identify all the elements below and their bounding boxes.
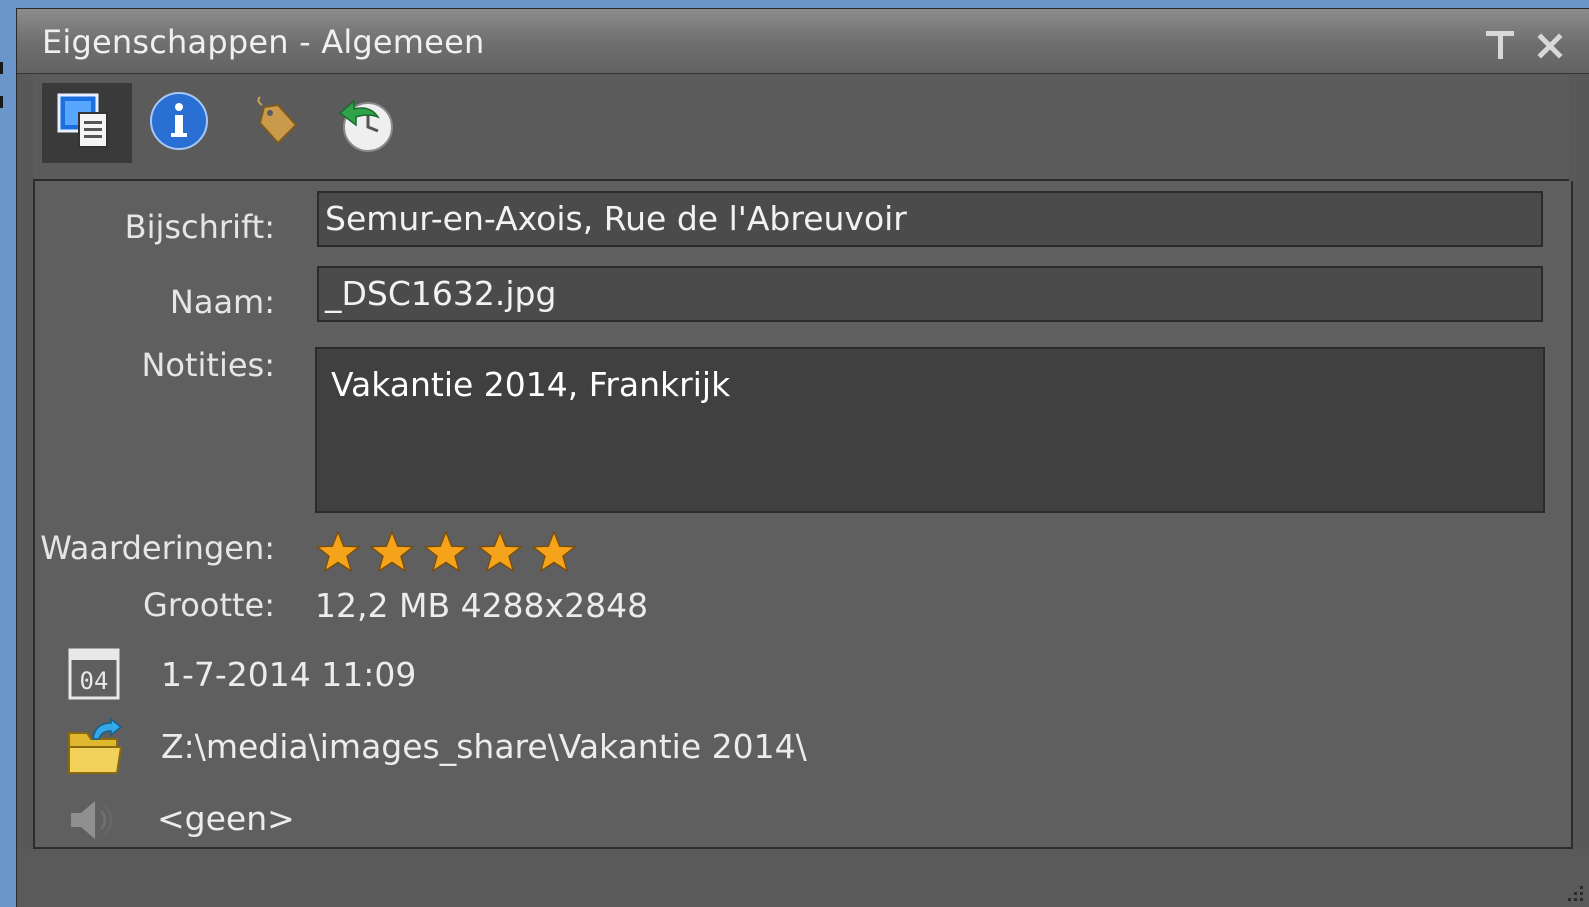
window-title: Eigenschappen - Algemeen xyxy=(42,23,485,61)
caption-field[interactable]: Semur-en-Axois, Rue de l'Abreuvoir xyxy=(317,191,1543,247)
notes-textarea[interactable]: Vakantie 2014, Frankrijk xyxy=(315,347,1545,513)
rating-stars[interactable] xyxy=(315,529,585,575)
folder-icon xyxy=(68,717,123,774)
tags-tab[interactable] xyxy=(229,83,319,163)
close-icon[interactable] xyxy=(1535,27,1565,61)
date-value: 1-7-2014 11:09 xyxy=(161,655,417,694)
size-label: Grootte: xyxy=(143,586,275,624)
properties-document-icon xyxy=(57,93,108,148)
calendar-day-text: 04 xyxy=(80,667,109,695)
rating-star[interactable] xyxy=(369,529,415,575)
pin-icon[interactable] xyxy=(1483,27,1517,61)
rating-star[interactable] xyxy=(423,529,469,575)
general-properties-tab[interactable] xyxy=(42,83,132,163)
name-field[interactable]: _DSC1632.jpg xyxy=(317,266,1543,322)
rating-star[interactable] xyxy=(477,529,523,575)
edge-mark xyxy=(0,96,3,108)
audio-value: <geen> xyxy=(157,799,295,838)
properties-panel: Eigenschappen - Algemeen Bijschrift: Sem… xyxy=(16,8,1589,907)
name-label: Naam: xyxy=(169,283,275,321)
info-tab[interactable] xyxy=(136,83,226,163)
speaker-icon xyxy=(71,801,113,839)
tag-icon xyxy=(257,96,298,145)
rating-label: Waarderingen: xyxy=(40,529,275,567)
path-value: Z:\media\images_share\Vakantie 2014\ xyxy=(161,727,807,766)
notes-label: Notities: xyxy=(141,346,275,384)
rating-star[interactable] xyxy=(315,529,361,575)
title-bar[interactable]: Eigenschappen - Algemeen xyxy=(17,9,1589,74)
history-tab[interactable] xyxy=(321,83,411,163)
rating-star[interactable] xyxy=(531,529,577,575)
calendar-icon: 04 xyxy=(68,648,120,700)
caption-label: Bijschrift: xyxy=(124,208,275,246)
history-clock-icon xyxy=(338,99,393,152)
properties-content: Bijschrift: Semur-en-Axois, Rue de l'Abr… xyxy=(33,181,1573,849)
info-icon xyxy=(150,92,208,150)
status-bar xyxy=(17,849,1589,907)
edge-mark xyxy=(0,62,3,74)
size-value: 12,2 MB 4288x2848 xyxy=(315,586,649,625)
resize-grip-icon[interactable] xyxy=(1563,881,1585,903)
panel-toolbar xyxy=(33,75,1569,181)
